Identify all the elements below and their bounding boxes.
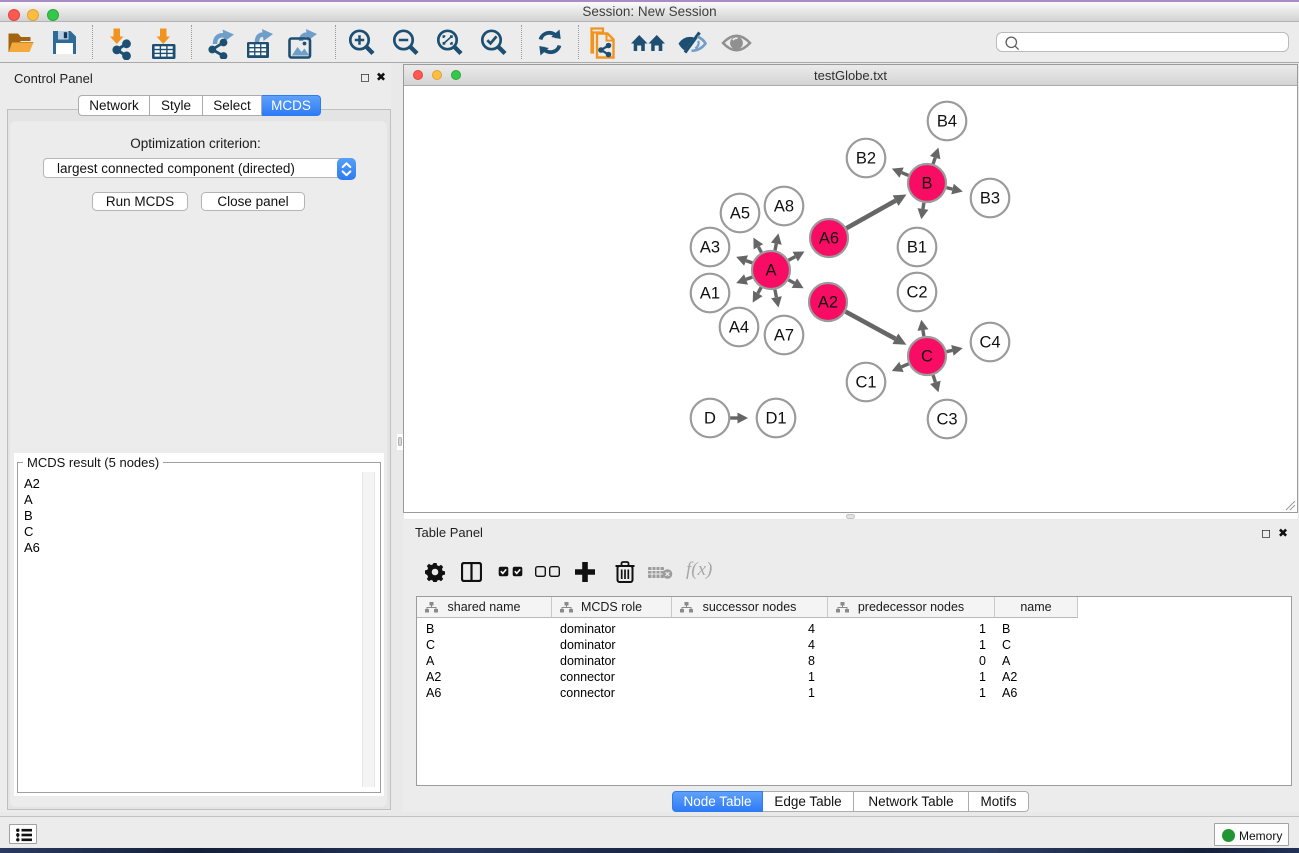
svg-text:A1: A1: [700, 285, 720, 303]
svg-text:D: D: [704, 410, 716, 428]
svg-text:D1: D1: [765, 410, 786, 428]
svg-text:A6: A6: [819, 230, 839, 248]
svg-text:C2: C2: [906, 284, 927, 302]
svg-text:B3: B3: [980, 190, 1000, 208]
svg-text:B1: B1: [907, 239, 927, 257]
svg-text:C3: C3: [936, 411, 957, 429]
svg-text:A3: A3: [700, 239, 720, 257]
svg-text:C: C: [921, 348, 933, 366]
svg-text:B2: B2: [856, 150, 876, 168]
svg-text:B: B: [921, 175, 932, 193]
svg-text:A8: A8: [774, 198, 794, 216]
svg-text:C1: C1: [855, 374, 876, 392]
svg-text:A2: A2: [818, 294, 838, 312]
svg-text:A5: A5: [730, 205, 750, 223]
svg-text:A4: A4: [729, 319, 749, 337]
svg-text:A7: A7: [774, 327, 794, 345]
svg-text:B4: B4: [937, 113, 957, 131]
svg-text:C4: C4: [979, 334, 1000, 352]
svg-text:A: A: [765, 262, 776, 280]
